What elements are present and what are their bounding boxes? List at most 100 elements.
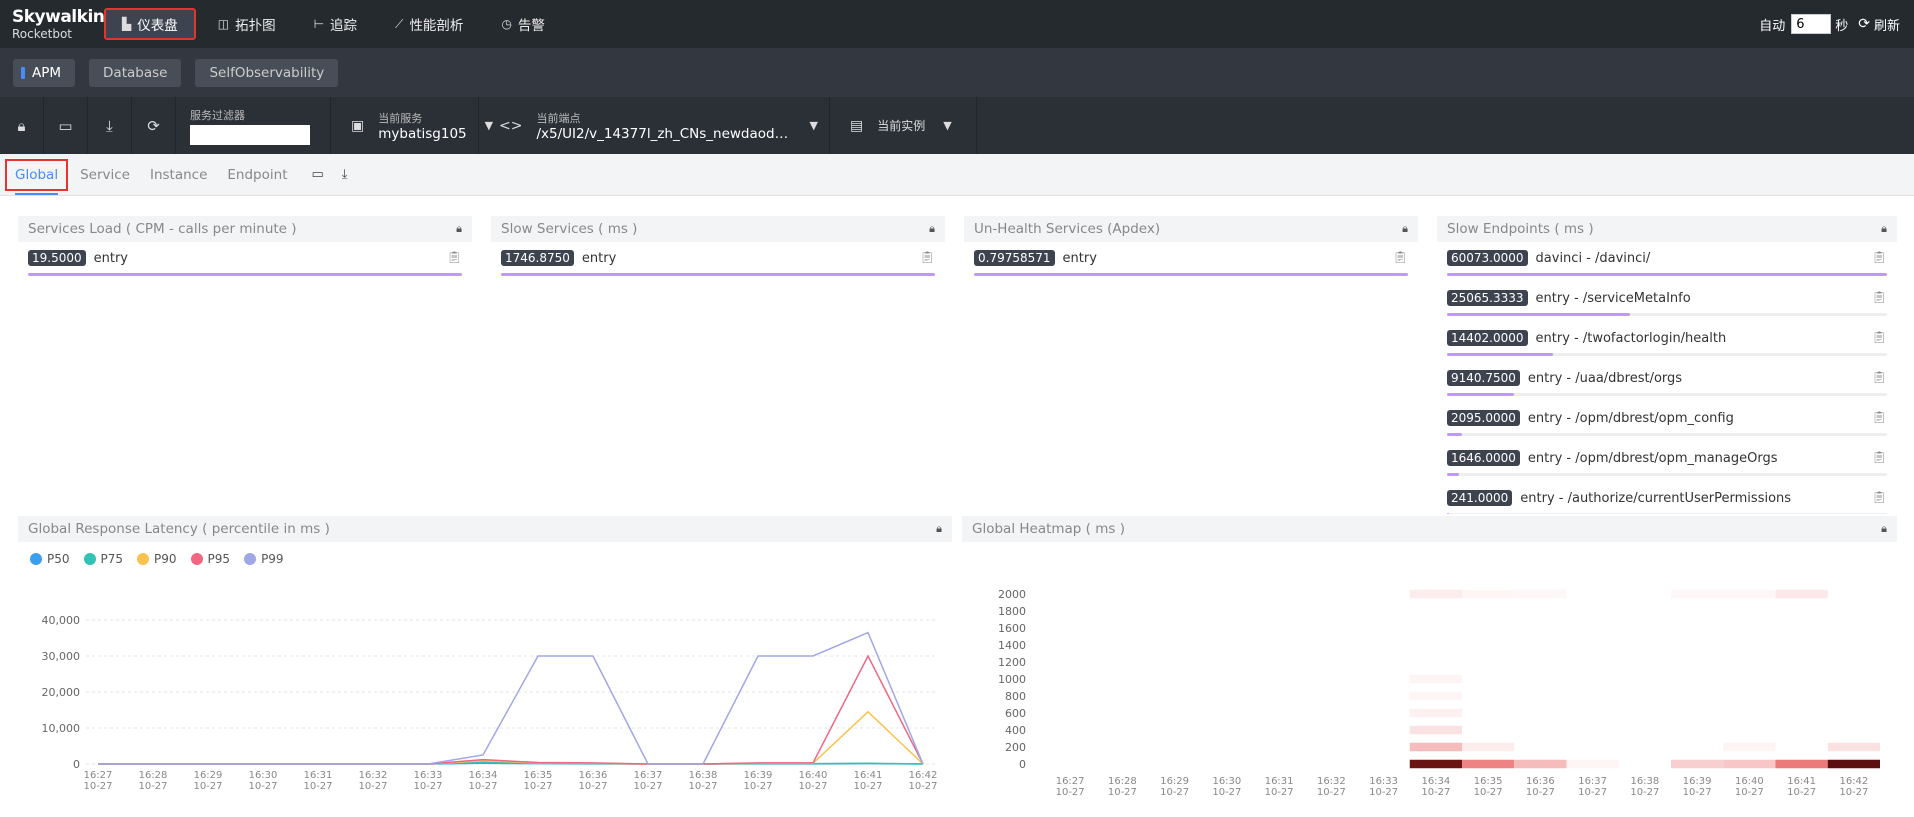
heatmap-cell [1409,725,1462,735]
folder-icon[interactable]: ▭ [306,167,330,182]
nav-item-4[interactable]: ◷ 告警 [485,8,560,40]
value-badge: 241.0000 [1447,490,1513,506]
top-bar: Skywalking Rocketbot ▙ 仪表盘 ◫ 拓扑图 ⊢ 追踪 ⟋ 性能剖析 ◷ 告警… [0,0,1914,48]
download-icon[interactable]: ⤓ [88,97,132,154]
dashboard-tab-3[interactable]: Endpoint [219,159,295,191]
clipboard-icon[interactable]: 📋︎ [1872,250,1887,264]
seconds-label: 秒 [1835,18,1849,34]
nav-item-3[interactable]: ⟋ 性能剖析 [379,8,479,40]
dashboard-tab-0[interactable]: Global [5,158,69,195]
x-tick-label: 16:41 [1787,776,1816,787]
progress-fill [974,273,1408,276]
x-tick-sublabel: 10-27 [413,781,442,792]
x-tick-label: 16:38 [1630,776,1659,787]
item-name: entry - /authorize/currentUserPermission… [1520,491,1792,506]
x-tick-sublabel: 10-27 [1160,787,1189,798]
clipboard-icon[interactable]: 📋︎ [1872,410,1887,424]
heatmap-cell [1671,589,1724,599]
sync-icon[interactable]: ⟳ [132,97,176,154]
progress-track [28,273,462,276]
x-tick-sublabel: 10-27 [468,781,497,792]
lock-icon[interactable]: 🔒︎ [1881,222,1887,236]
value-badge: 60073.0000 [1447,250,1528,266]
clipboard-icon[interactable]: 📋︎ [447,250,462,264]
refresh-icon[interactable]: ⟳ [1858,16,1870,32]
clipboard-icon[interactable]: 📋︎ [920,250,935,264]
dashboard-tab-1[interactable]: Service [72,159,138,191]
nav-item-label: 追踪 [330,18,358,34]
lock-icon[interactable]: 🔒︎ [1402,222,1408,236]
folder-icon[interactable]: ▭ [44,97,88,154]
lock-icon[interactable]: 🔒︎ [936,522,942,536]
service-filter-input[interactable] [190,124,310,145]
lock-icon[interactable]: 🔒︎ [929,222,935,236]
heatmap-cell [1775,589,1828,599]
item-name: entry - /serviceMetaInfo [1535,291,1691,306]
x-tick-sublabel: 10-27 [1787,787,1816,798]
value-badge: 0.79758571 [974,250,1055,266]
clipboard-icon[interactable]: 📋︎ [1872,330,1887,344]
panel-title: Global Response Latency ( percentile in … [28,521,330,537]
subtab-0[interactable]: APM [13,58,76,87]
clipboard-icon[interactable]: 📋︎ [1872,370,1887,384]
toolbar: 🔒︎ ▭ ⤓ ⟳ 服务过滤器 ▣ 当前服务 mybatisg105 ▼ <> 当… [0,97,1914,154]
x-tick-sublabel: 10-27 [1421,787,1450,798]
x-tick-label: 16:34 [469,770,498,781]
clipboard-icon[interactable]: 📋︎ [1872,490,1887,504]
nav-item-label: 拓扑图 [235,18,276,34]
current-service-select[interactable]: ▣ 当前服务 mybatisg105 ▼ [331,97,493,154]
current-endpoint-select[interactable]: <> 当前端点 /x5/UI2/v_14377l_zh_CNs_newdaod_… [479,97,830,154]
series-line-p99 [98,631,924,765]
progress-fill [1447,513,1449,514]
x-tick-sublabel: 10-27 [798,781,827,792]
chevron-down-icon: ▼ [943,119,952,132]
x-tick-label: 16:29 [1160,776,1189,787]
clipboard-icon[interactable]: 📋︎ [1872,450,1887,464]
heatmap-chart: 0 200 400 600 800 1000 1200 1400 1600 1800 2000 16:… [998,588,1880,798]
heatmap-cell [1462,759,1515,769]
heatmap-cell [1775,759,1828,769]
progress-track [501,273,935,276]
download-icon[interactable]: ⤓ [336,167,354,182]
x-tick-sublabel: 10-27 [1735,787,1764,798]
clipboard-icon[interactable]: 📋︎ [1872,290,1887,304]
progress-fill [28,273,462,276]
current-instance-select[interactable]: ▤ 当前实例 ▼ [830,97,977,154]
lock-icon[interactable]: 🔒︎ [1881,522,1887,536]
clipboard-icon[interactable]: 📋︎ [1393,250,1408,264]
x-tick-label: 16:28 [1108,776,1137,787]
profile-icon: ⟋ [395,16,404,31]
service-icon: ▣ [351,117,365,134]
logo-title: Skywalking [12,6,117,27]
x-tick-label: 16:33 [1369,776,1398,787]
nav-item-2[interactable]: ⊢ 追踪 [298,8,373,40]
x-tick-sublabel: 10-27 [303,781,332,792]
x-tick-label: 16:35 [1474,776,1503,787]
progress-fill [501,273,935,276]
list-item: 9140.7500 entry - /uaa/dbrest/orgs 📋︎ [1437,362,1897,402]
y-tick-label: 800 [1005,690,1026,703]
dashboard-tabs: Global Service Instance Endpoint ▭ ⤓ [0,154,1914,196]
subtab-label: Database [103,64,168,81]
subtab-1[interactable]: Database [89,58,182,87]
list-item: 19.5000 entry 📋︎ [18,242,472,282]
auto-interval-input[interactable] [1791,14,1832,34]
lock-icon[interactable]: 🔒︎ [456,222,462,236]
value-badge: 2095.0000 [1447,410,1520,426]
auto-label: 自动 [1759,18,1786,34]
nav-item-1[interactable]: ◫ 拓扑图 [202,8,292,40]
list-item: 2095.0000 entry - /opm/dbrest/opm_config 📋… [1437,402,1897,442]
heatmap-cell [1827,742,1880,752]
list-item: 0.79758571 entry 📋︎ [964,242,1418,282]
topology-icon: ◫ [217,17,230,31]
dashboard-tab-2[interactable]: Instance [142,159,215,191]
subtab-2[interactable]: SelfObservability [195,58,339,87]
heatmap-cell [1409,742,1462,752]
progress-track [1447,473,1887,476]
lock-icon[interactable]: 🔒︎ [0,97,44,154]
nav-item-0[interactable]: ▙ 仪表盘 [104,8,196,40]
current-endpoint-label: 当前端点 [536,111,581,125]
heatmap-cell [1723,589,1776,599]
current-instance-label: 当前实例 [877,119,926,133]
refresh-button[interactable]: 刷新 [1874,15,1900,34]
